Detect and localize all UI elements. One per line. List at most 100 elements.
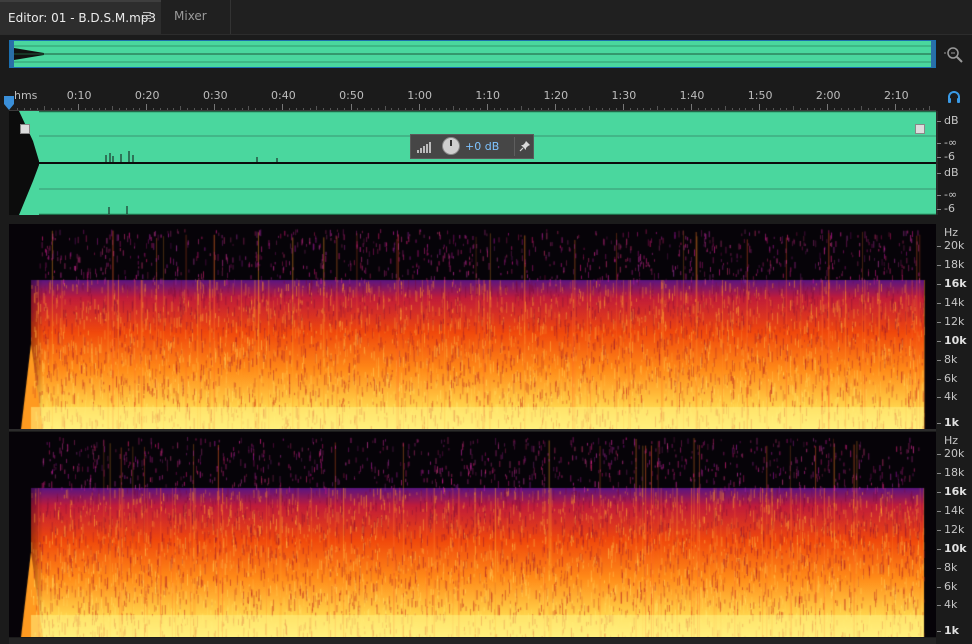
ruler-minor-tick: [50, 108, 52, 110]
frequency-scale-tick: [937, 341, 941, 342]
ruler-minor-tick: [704, 108, 706, 110]
db-scale-tick: [937, 143, 941, 144]
spectrogram-channel-1[interactable]: [9, 224, 936, 429]
ruler-tick-label: 0:40: [271, 89, 296, 102]
ruler-minor-tick: [813, 108, 815, 110]
ruler-tick: [486, 104, 488, 110]
ruler-minor-tick: [765, 108, 767, 110]
volume-hud[interactable]: +0 dB: [410, 134, 534, 159]
ruler-minor-tick: [261, 108, 263, 110]
db-scale-tick: [937, 209, 941, 210]
db-scale-tick: [937, 173, 941, 174]
fade-in-handle[interactable]: [20, 124, 30, 134]
ruler-minor-tick: [868, 108, 870, 110]
ruler-tick-label: 1:20: [543, 89, 569, 102]
ruler-minor-tick: [187, 108, 189, 110]
ruler-minor-tick: [629, 108, 631, 110]
panel-splitter[interactable]: [496, 216, 522, 231]
time-ruler[interactable]: hms 0:10 0:20 0:30 0:40 0:50 1:00 1:10 1:20 1:30…: [9, 86, 936, 111]
ruler-minor-tick: [656, 106, 658, 110]
ruler-minor-tick: [139, 108, 141, 110]
frequency-scale-tick: [937, 473, 941, 474]
ruler-minor-tick: [888, 108, 890, 110]
frequency-scale-label: 1k: [944, 624, 959, 637]
ruler-minor-tick: [105, 108, 107, 110]
ruler-minor-tick: [302, 108, 304, 110]
spectrogram-canvas: [9, 432, 936, 637]
frequency-scale-tick: [937, 605, 941, 606]
ruler-minor-tick: [479, 108, 481, 110]
ruler-minor-tick: [908, 108, 910, 110]
ruler-minor-tick: [527, 108, 529, 110]
ruler-minor-tick: [786, 108, 788, 110]
ruler-minor-tick: [731, 108, 733, 110]
ruler-minor-tick: [309, 108, 311, 110]
overview-navigator[interactable]: [9, 40, 936, 68]
tab-editor[interactable]: Editor: 01 - B.D.S.M.mp3: [0, 0, 161, 34]
ruler-minor-tick: [697, 108, 699, 110]
ruler-minor-tick: [384, 106, 386, 110]
ruler-minor-tick: [670, 108, 672, 110]
frequency-scale-label: 12k: [944, 523, 965, 536]
ruler-minor-tick: [663, 108, 665, 110]
ruler-minor-tick: [37, 108, 39, 110]
ruler-minor-tick: [588, 106, 590, 110]
ruler-minor-tick: [834, 108, 835, 110]
spectrogram-channel-2[interactable]: [9, 432, 936, 637]
ruler-minor-tick: [650, 108, 652, 110]
volume-knob[interactable]: [442, 137, 460, 155]
ruler-minor-tick: [336, 108, 338, 110]
fade-out-handle[interactable]: [915, 124, 925, 134]
frequency-scale-tick: [937, 303, 941, 304]
ruler-minor-tick: [316, 106, 318, 110]
zoom-navigator-icon[interactable]: [944, 44, 964, 64]
overview-right-handle[interactable]: [931, 41, 935, 67]
ruler-tick-label: 0:30: [202, 89, 228, 102]
ruler-minor-tick: [575, 108, 577, 110]
ruler-minor-tick: [922, 108, 924, 110]
ruler-tick-label: 2:00: [815, 89, 841, 102]
ruler-minor-tick: [616, 108, 618, 110]
frequency-scale-label: 8k: [944, 561, 958, 574]
frequency-scale-tick: [937, 360, 941, 361]
frequency-scale-label: 1k: [944, 416, 959, 429]
ruler-minor-tick: [806, 108, 808, 110]
ruler-minor-tick: [684, 108, 686, 110]
db-scale-label: -6: [944, 150, 955, 163]
horizontal-scrollbar[interactable]: [9, 638, 936, 644]
volume-value[interactable]: +0 dB: [465, 140, 499, 153]
tab-bar: Editor: 01 - B.D.S.M.mp3 Mixer: [0, 0, 972, 35]
ruler-minor-tick: [159, 108, 161, 110]
pin-icon[interactable]: [519, 140, 531, 152]
ruler-minor-tick: [779, 108, 781, 110]
ruler-minor-tick: [820, 108, 822, 110]
frequency-scale-label: 20k: [944, 239, 965, 252]
ruler-minor-tick: [493, 108, 495, 110]
ruler-minor-tick: [609, 108, 611, 110]
ruler-minor-tick: [132, 108, 134, 110]
db-scale-label: dB: [944, 114, 959, 127]
ruler-minor-tick: [64, 108, 66, 110]
db-scale-tick: [937, 157, 941, 158]
ruler-minor-tick: [84, 108, 86, 110]
frequency-scale-label: 10k: [944, 334, 967, 347]
ruler-minor-tick: [711, 108, 713, 110]
frequency-scale-label: 12k: [944, 315, 965, 328]
hamburger-icon[interactable]: [143, 12, 151, 21]
tab-mixer-label: Mixer: [174, 9, 207, 23]
waveform-scrollbar[interactable]: [936, 111, 938, 215]
ruler-tick-label: 0:10: [66, 89, 92, 102]
tab-mixer[interactable]: Mixer: [162, 0, 231, 34]
frequency-scale-tick: [937, 549, 941, 550]
ruler-minor-tick: [854, 108, 856, 110]
waveform-panel[interactable]: [9, 111, 936, 215]
ruler-minor-tick: [534, 108, 536, 110]
ruler-minor-tick: [166, 108, 168, 110]
frequency-scale-label: 18k: [944, 258, 965, 271]
frequency-scale-tick: [937, 284, 941, 285]
frequency-scale-label: 8k: [944, 353, 958, 366]
playhead-marker-icon[interactable]: [4, 96, 14, 110]
ruler-minor-tick: [268, 108, 270, 110]
headphones-icon[interactable]: [946, 89, 962, 105]
ruler-minor-tick: [840, 108, 842, 110]
